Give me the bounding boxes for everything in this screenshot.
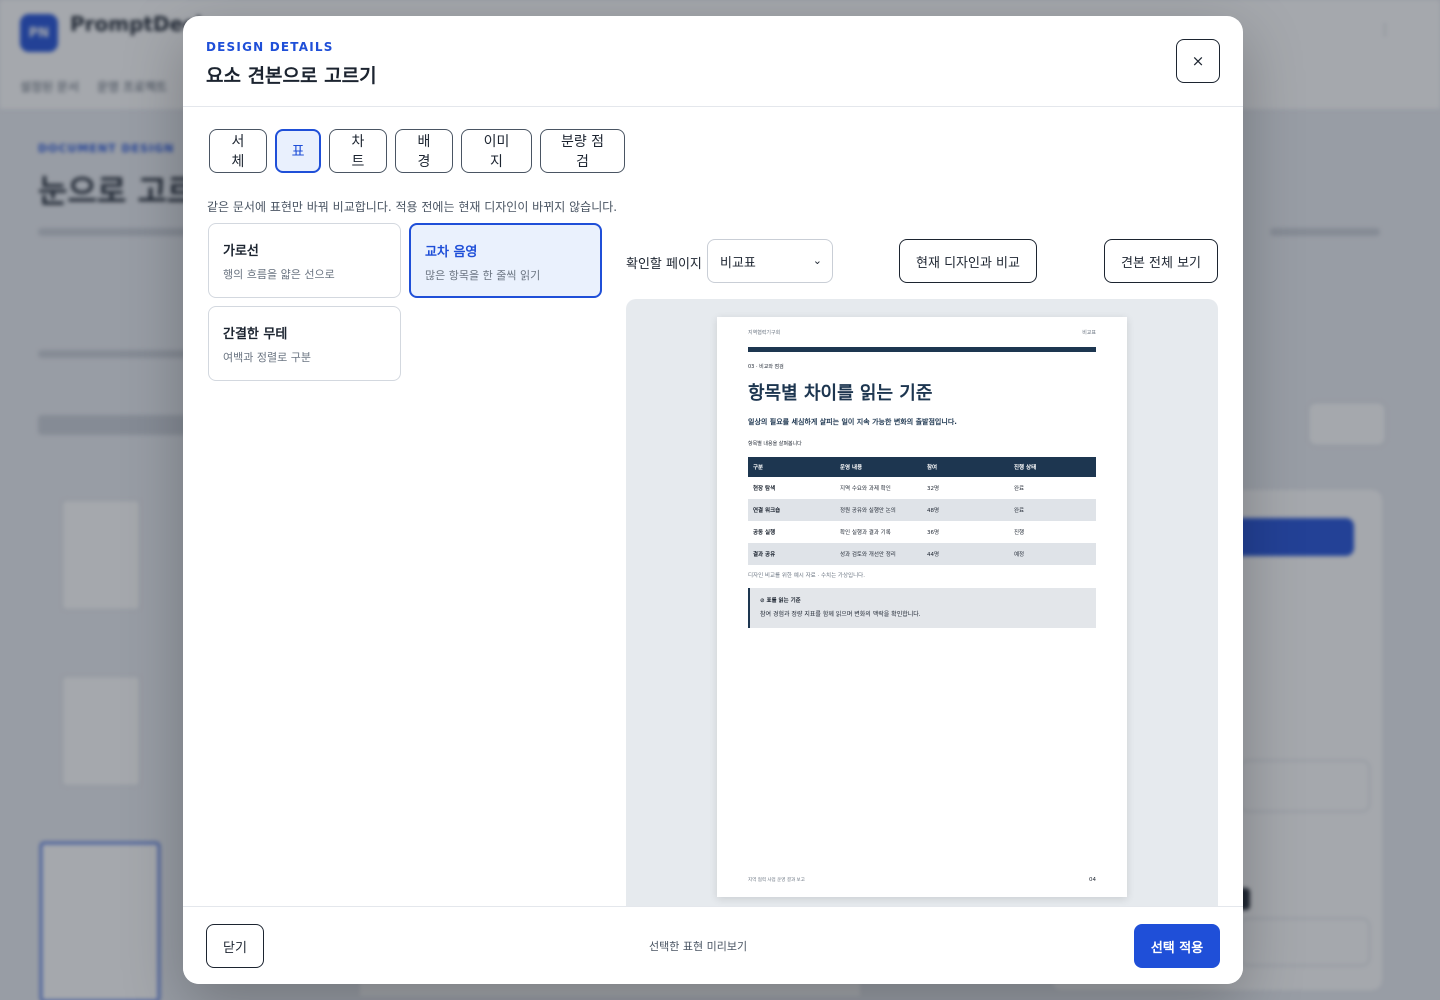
table-cell: 지역 수요와 과제 확인 <box>840 486 891 492</box>
page-heading: 항목별 차이를 읽는 기준 <box>748 383 933 404</box>
table-cell: 진행 <box>1014 530 1025 536</box>
table-cell: 44명 <box>922 543 1009 565</box>
page-note: 디자인 비교를 위한 예시 자료 · 수치는 가상입니다. <box>748 573 865 579</box>
table-cell: 결과 공유 <box>748 543 835 565</box>
chevron-down-icon: ⌄ <box>812 254 822 267</box>
option-desc: 여백과 정렬로 구분 <box>223 351 311 364</box>
modal-header: DESIGN DETAILS 요소 견본으로 고르기 × <box>183 16 1243 107</box>
table-cell: 32명 <box>927 486 940 492</box>
table-row: 결과 공유 성과 검토와 개선안 정리 44명 예정 <box>748 543 1096 565</box>
tab-font[interactable]: 서체 <box>209 129 267 173</box>
tab-image[interactable]: 이미지 <box>461 129 532 173</box>
page-footer: 지역 협력 사업 운영 결과 보고 <box>748 878 805 883</box>
preview-page: 지역협력기구회 비교표 03 · 비교와 점검 항목별 차이를 읽는 기준 일상… <box>717 317 1127 897</box>
apply-selection-button[interactable]: 선택 적용 <box>1134 924 1220 968</box>
page-select[interactable]: 비교표 ⌄ <box>707 239 833 283</box>
table-cell: 공동 실행 <box>753 530 776 536</box>
compare-current-button[interactable]: 현재 디자인과 비교 <box>899 239 1037 283</box>
close-button[interactable]: 닫기 <box>206 924 264 968</box>
option-title: 간결한 무테 <box>223 327 288 342</box>
table-cell: 현장 탐색 <box>753 486 776 492</box>
modal-title: 요소 견본으로 고르기 <box>206 65 377 87</box>
page-rule <box>748 347 1096 352</box>
option-horizontal-lines[interactable]: 가로선 행의 흐름을 얇은 선으로 <box>208 223 401 298</box>
page-select-label: 확인할 페이지 <box>626 257 702 272</box>
element-tabs: 서체 표 차트 배경 이미지 분량 점검 <box>209 129 625 173</box>
tab-background[interactable]: 배경 <box>395 129 453 173</box>
table-cell: 완료 <box>1014 486 1025 492</box>
table-cell: 정원 공유와 실행안 논의 <box>835 499 922 521</box>
page-lead: 일상의 필요를 세심하게 살피는 일이 지속 가능한 변화의 출발점입니다. <box>748 418 957 426</box>
table-header-row: 구분 운영 내용 참여 진행 상태 <box>748 457 1096 477</box>
table-row: 현장 탐색 지역 수요와 과제 확인 32명 완료 <box>748 477 1096 499</box>
close-icon: × <box>1191 52 1205 70</box>
table-header-cell: 구분 <box>748 457 835 477</box>
page-section: 03 · 비교와 점검 <box>748 364 784 370</box>
page-caption: 항목별 내용을 살펴봅니다 <box>748 441 802 447</box>
table-row: 공동 실행 확인 실행과 결과 기록 36명 진행 <box>748 521 1096 543</box>
close-icon-button[interactable]: × <box>1176 39 1220 83</box>
modal-eyebrow: DESIGN DETAILS <box>206 40 334 54</box>
table-header-cell: 운영 내용 <box>835 457 922 477</box>
page-tag: 비교표 <box>1082 330 1096 336</box>
option-zebra-shading[interactable]: 교차 음영 많은 항목을 한 줄씩 읽기 <box>409 223 602 298</box>
preview-area[interactable]: 지역협력기구회 비교표 03 · 비교와 점검 항목별 차이를 읽는 기준 일상… <box>626 299 1218 919</box>
page-select-value: 비교표 <box>720 255 756 271</box>
tab-chart[interactable]: 차트 <box>329 129 387 173</box>
option-title: 교차 음영 <box>425 245 478 260</box>
table-row: 연결 워크숍 정원 공유와 실행안 논의 48명 완료 <box>748 499 1096 521</box>
table-cell: 완료 <box>1009 499 1096 521</box>
modal-footer: 닫기 선택한 표현 미리보기 선택 적용 <box>183 906 1243 984</box>
page-number: 04 <box>1089 877 1096 883</box>
callout-title: ⊘ 표를 읽는 기준 <box>760 598 801 604</box>
option-title: 가로선 <box>223 244 259 259</box>
table-header-cell: 진행 상태 <box>1009 457 1096 477</box>
table-cell: 성과 검토와 개선안 정리 <box>835 543 922 565</box>
table-header-cell: 참여 <box>922 457 1009 477</box>
table-cell: 48명 <box>922 499 1009 521</box>
option-desc: 행의 흐름을 얇은 선으로 <box>223 268 335 281</box>
table-cell: 연결 워크숍 <box>748 499 835 521</box>
view-full-sample-button[interactable]: 견본 전체 보기 <box>1104 239 1218 283</box>
table-cell: 확인 실행과 결과 기록 <box>840 530 891 536</box>
table-cell: 36명 <box>927 530 940 536</box>
helper-text: 같은 문서에 표현만 바꿔 비교합니다. 적용 전에는 현재 디자인이 바뀌지 … <box>207 200 618 214</box>
page-callout-box: ⊘ 표를 읽는 기준 참여 경험과 정량 지표를 함께 읽으며 변화의 맥락을 … <box>748 588 1096 628</box>
page-org: 지역협력기구회 <box>748 330 781 336</box>
callout-body: 참여 경험과 정량 지표를 함께 읽으며 변화의 맥락을 확인합니다. <box>760 611 921 618</box>
option-desc: 많은 항목을 한 줄씩 읽기 <box>425 269 541 282</box>
tab-table[interactable]: 표 <box>275 129 321 173</box>
design-details-modal: DESIGN DETAILS 요소 견본으로 고르기 × 서체 표 차트 배경 … <box>183 16 1243 984</box>
preview-table: 구분 운영 내용 참여 진행 상태 현장 탐색 지역 수요와 과제 확인 32명… <box>748 457 1096 565</box>
footer-status-text: 선택한 표현 미리보기 <box>649 940 748 953</box>
table-cell: 예정 <box>1009 543 1096 565</box>
tab-volume-check[interactable]: 분량 점검 <box>540 129 625 173</box>
option-borderless[interactable]: 간결한 무테 여백과 정렬로 구분 <box>208 306 401 381</box>
